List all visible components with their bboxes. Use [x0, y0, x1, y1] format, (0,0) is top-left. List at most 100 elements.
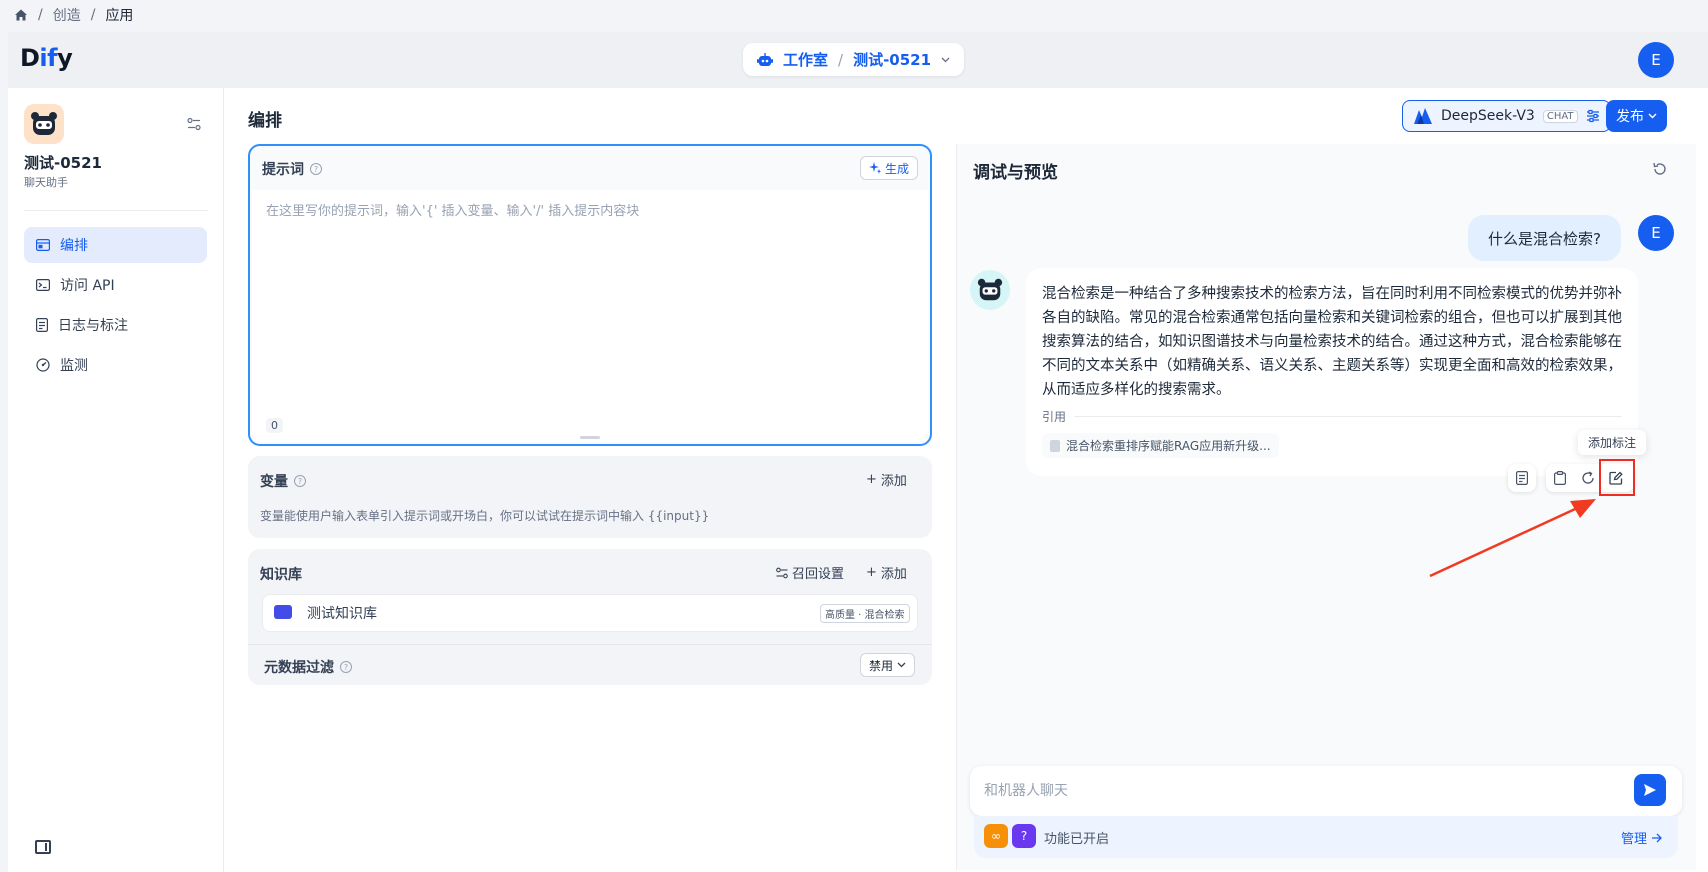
user-avatar-initial: E — [1651, 224, 1661, 242]
workspace-switcher[interactable]: 工作室 / 测试-0521 — [743, 43, 965, 76]
add-label: 添加 — [880, 567, 907, 582]
variables-section-title: 变量 ? — [260, 471, 306, 491]
app-switcher-name[interactable]: 测试-0521 — [853, 49, 931, 70]
knowledge-title: 知识库 — [260, 567, 302, 583]
resize-handle[interactable] — [580, 436, 600, 439]
app-avatar — [24, 104, 64, 144]
view-log-button[interactable] — [1508, 464, 1536, 492]
regenerate-button[interactable] — [1574, 464, 1602, 492]
prompt-textarea[interactable] — [252, 190, 928, 442]
model-mode-badge: CHAT — [1542, 109, 1578, 123]
app-name: 测试-0521 — [24, 154, 102, 172]
add-variable-button[interactable]: + 添加 — [866, 470, 907, 489]
annotation-arrow-icon — [1429, 499, 1596, 578]
workspace-name[interactable]: 工作室 — [783, 49, 828, 70]
collapse-sidebar-icon[interactable] — [35, 840, 51, 854]
plus-icon: + — [866, 565, 877, 580]
folder-icon — [274, 605, 292, 619]
user-message-text: 什么是混合检索? — [1488, 229, 1601, 248]
metadata-title: 元数据过滤 — [264, 660, 334, 676]
knowledge-item-name: 测试知识库 — [307, 606, 377, 622]
logo-part: D — [20, 44, 40, 72]
user-message-bubble: 什么是混合检索? — [1468, 215, 1621, 261]
plus-icon: + — [866, 472, 877, 487]
sidebar-item-orchestrate[interactable]: 编排 — [24, 227, 207, 263]
sidebar-item-api[interactable]: 访问 API — [24, 267, 207, 303]
breadcrumb-sep: / — [90, 7, 96, 23]
robot-icon — [757, 52, 773, 66]
sidebar-item-label: 访问 API — [60, 278, 115, 294]
user-avatar[interactable]: E — [1638, 42, 1674, 78]
send-icon — [1644, 784, 1656, 796]
knowledge-divider — [248, 644, 932, 645]
doc-icon — [1516, 471, 1528, 485]
sidebar-item-label: 编排 — [60, 238, 88, 254]
debug-title: 调试与预览 — [973, 163, 1058, 183]
page-title: 编排 — [248, 111, 282, 131]
bot-avatar — [970, 270, 1010, 310]
retrieval-label: 召回设置 — [792, 567, 845, 582]
refresh-icon[interactable] — [1652, 161, 1668, 177]
gauge-icon — [36, 358, 50, 372]
model-name: DeepSeek-V3 — [1441, 108, 1535, 124]
breadcrumb-create[interactable]: 创造 — [53, 5, 81, 25]
robot-face-icon — [31, 112, 57, 135]
manage-features-button[interactable]: 管理 — [1621, 828, 1662, 847]
model-params-icon[interactable] — [1586, 109, 1600, 123]
publish-label: 发布 — [1616, 109, 1644, 125]
sidebar-divider — [24, 210, 208, 211]
citation-label: 引用 — [1042, 410, 1067, 424]
sidebar-item-logs[interactable]: 日志与标注 — [24, 307, 207, 343]
layout-icon — [36, 239, 50, 251]
chat-input[interactable] — [970, 766, 1682, 816]
feature-icons: ∞ ? — [984, 824, 1036, 848]
app-type: 聊天助手 — [24, 176, 68, 189]
model-selector[interactable]: DeepSeek-V3 CHAT — [1402, 100, 1611, 132]
user-avatar: E — [1638, 215, 1674, 251]
workspace-sep: / — [838, 50, 844, 69]
metadata-filter-select[interactable]: 禁用 — [860, 653, 916, 677]
logo-part: if — [39, 44, 58, 72]
citation-divider — [1074, 416, 1622, 417]
home-icon[interactable] — [14, 8, 28, 22]
breadcrumb: / 创造 / 应用 — [14, 5, 133, 25]
dify-logo[interactable]: Dify — [20, 44, 73, 72]
breadcrumb-app: 应用 — [105, 8, 134, 24]
user-avatar-initial: E — [1651, 51, 1661, 69]
features-bar: ∞ ? 功能已开启 管理 — [974, 816, 1678, 858]
citation-header: 引用 — [1042, 408, 1622, 425]
copy-button[interactable] — [1546, 464, 1574, 492]
features-enabled-text: 功能已开启 — [1044, 832, 1110, 847]
add-knowledge-button[interactable]: + 添加 — [866, 563, 907, 582]
sidebar-item-label: 监测 — [60, 358, 88, 374]
bot-answer-bubble: 混合检索是一种结合了多种搜索技术的检索方法，旨在同时利用不同检索模式的优势并弥补… — [1026, 268, 1638, 476]
knowledge-item-tag: 高质量 · 混合检索 — [820, 604, 910, 623]
knowledge-section-title: 知识库 — [260, 564, 302, 584]
citation-item[interactable]: 混合检索重排序赋能RAG应用新升级... — [1042, 433, 1279, 458]
citation-title: 混合检索重排序赋能RAG应用新升级... — [1066, 439, 1271, 453]
generate-button[interactable]: 生成 — [860, 156, 919, 180]
variables-panel — [248, 456, 932, 538]
metadata-value: 禁用 — [869, 658, 894, 673]
help-icon[interactable]: ? — [294, 475, 306, 487]
follow-up-icon: ? — [1012, 824, 1036, 848]
variables-title: 变量 — [260, 474, 288, 490]
sparkle-icon — [869, 162, 881, 174]
help-icon[interactable]: ? — [310, 163, 322, 175]
arrow-right-icon — [1652, 833, 1662, 842]
retrieval-settings-button[interactable]: 召回设置 — [776, 563, 844, 582]
help-icon[interactable]: ? — [340, 661, 352, 673]
prompt-section-title: 提示词 ? — [262, 159, 322, 179]
bot-answer-text: 混合检索是一种结合了多种搜索技术的检索方法，旨在同时利用不同检索模式的优势并弥补… — [1042, 286, 1622, 398]
deepseek-logo-icon — [1414, 108, 1432, 124]
send-button[interactable] — [1634, 774, 1666, 806]
conversation-opener-icon: ∞ — [984, 824, 1008, 848]
sidebar — [8, 88, 224, 872]
sidebar-item-monitor[interactable]: 监测 — [24, 347, 207, 383]
metadata-filter-title: 元数据过滤 ? — [264, 657, 352, 677]
chevron-down-icon — [897, 662, 906, 668]
breadcrumb-sep: / — [38, 7, 43, 23]
prompt-placeholder: 在这里写你的提示词，输入'{' 插入变量、输入'/' 插入提示内容块 — [266, 204, 640, 219]
settings-sliders-icon[interactable] — [187, 117, 201, 131]
publish-button[interactable]: 发布 — [1606, 100, 1667, 132]
